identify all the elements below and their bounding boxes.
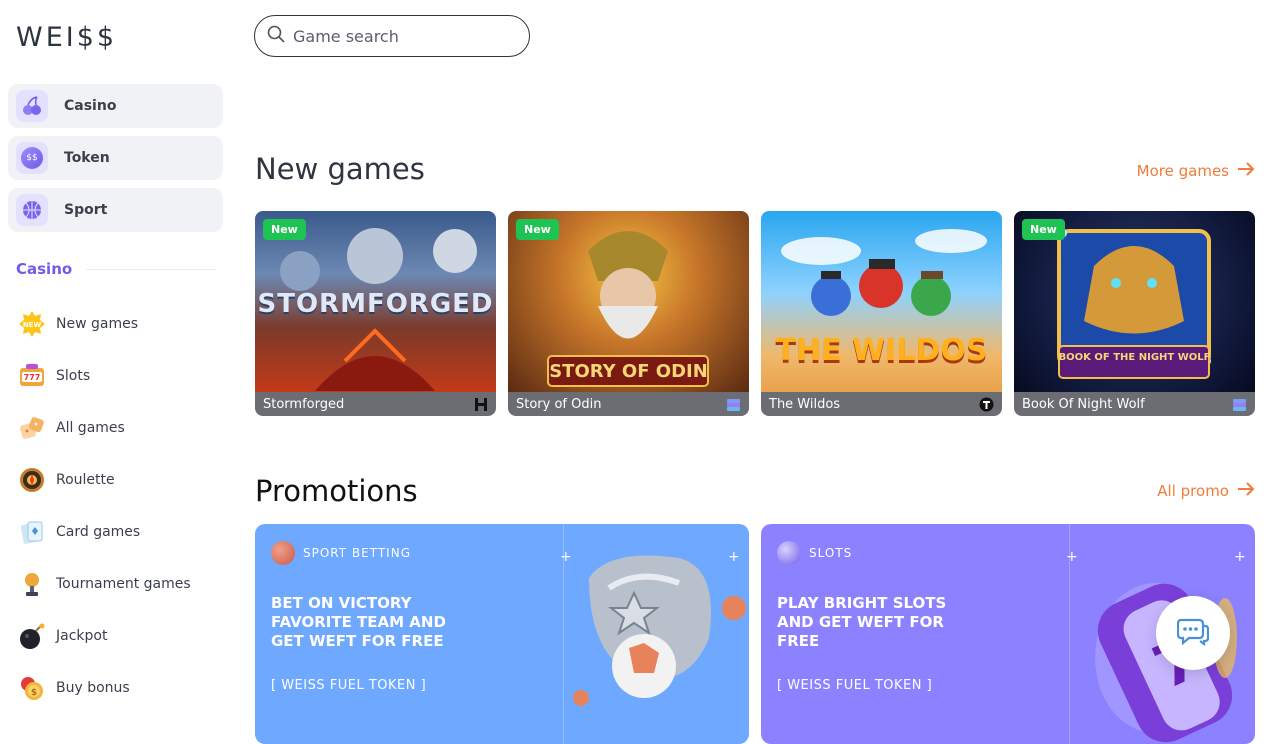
game-name: Stormforged xyxy=(263,396,345,412)
game-art-title: BOOK OF THE NIGHT WOLF xyxy=(1058,352,1211,363)
trophy-icon xyxy=(16,568,48,600)
new-badge: New xyxy=(1022,219,1065,240)
chat-bubble-icon xyxy=(1176,616,1210,650)
category-label: New games xyxy=(56,316,138,332)
game-search[interactable] xyxy=(254,15,530,57)
promo-card-sport-betting[interactable]: SPORT BETTING BET ON VICTORY FAVORITE TE… xyxy=(255,524,749,744)
category-card-games[interactable]: Card games xyxy=(16,506,216,558)
game-footer: Book Of Night Wolf xyxy=(1014,392,1255,416)
game-art-title: THE WILDOS xyxy=(775,333,988,368)
game-art-title: STORMFORGED xyxy=(257,289,494,319)
new-games-title: New games xyxy=(255,152,425,186)
svg-text:777: 777 xyxy=(24,373,41,382)
category-slots[interactable]: 777 Slots xyxy=(16,350,216,402)
new-badge: New xyxy=(516,219,559,240)
category-new-games[interactable]: NEW New games xyxy=(16,298,216,350)
basketball-icon xyxy=(16,194,48,226)
main-nav-casino[interactable]: Casino xyxy=(8,84,223,128)
main-nav-sport[interactable]: Sport xyxy=(8,188,223,232)
category-nav: NEW New games 777 Slots All games Roulet… xyxy=(16,298,216,714)
brand-logo[interactable]: WEI$$ xyxy=(16,22,117,53)
game-card[interactable]: STORMFORGED New Stormforged xyxy=(255,211,496,416)
provider-shield-icon xyxy=(979,397,994,412)
promo-tag-label: SLOTS xyxy=(809,546,853,560)
search-input[interactable] xyxy=(293,26,513,46)
coins-icon: $ xyxy=(16,672,48,704)
game-footer: Story of Odin xyxy=(508,392,749,416)
game-card[interactable]: STORY OF ODIN New Story of Odin xyxy=(508,211,749,416)
category-label: Roulette xyxy=(56,472,115,488)
main-nav-token[interactable]: $$ Token xyxy=(8,136,223,180)
game-footer: Stormforged xyxy=(255,392,496,416)
game-card[interactable]: THE WILDOS The Wildos xyxy=(761,211,1002,416)
slots-ball-icon xyxy=(777,541,801,565)
bomb-icon xyxy=(16,620,48,652)
new-badge-icon: NEW xyxy=(16,308,48,340)
arrow-right-icon xyxy=(1237,161,1255,181)
all-promo-label: All promo xyxy=(1157,482,1229,500)
token-coin-icon: $$ xyxy=(16,142,48,174)
category-label: All games xyxy=(56,420,125,436)
category-label: Card games xyxy=(56,524,141,540)
svg-text:$: $ xyxy=(31,688,37,698)
roulette-icon xyxy=(16,464,48,496)
new-games-row: STORMFORGED New Stormforged STORY OF ODI… xyxy=(255,211,1255,416)
promo-tag: SLOTS xyxy=(777,541,852,565)
sidebar: WEI$$ Casino $$ Token Sport Casino NEW N… xyxy=(0,0,231,720)
game-thumbnail: THE WILDOS xyxy=(761,211,1002,392)
category-label: Jackpot xyxy=(56,628,108,644)
cards-icon xyxy=(16,516,48,548)
provider-stack-icon xyxy=(1232,397,1247,412)
dice-icon xyxy=(16,412,48,444)
promo-tag-label: SPORT BETTING xyxy=(303,546,411,560)
game-name: Story of Odin xyxy=(516,396,602,412)
promotions-title: Promotions xyxy=(255,474,418,508)
section-title: Casino xyxy=(16,260,73,278)
provider-h-icon xyxy=(473,397,488,412)
main-nav-label: Casino xyxy=(64,98,117,114)
new-badge: New xyxy=(263,219,306,240)
game-name: The Wildos xyxy=(769,396,841,412)
basketball-icon xyxy=(271,541,295,565)
category-roulette[interactable]: Roulette xyxy=(16,454,216,506)
arrow-right-icon xyxy=(1237,481,1255,501)
support-chat-button[interactable] xyxy=(1156,596,1230,670)
provider-stack-icon xyxy=(726,397,741,412)
game-name: Book Of Night Wolf xyxy=(1022,396,1145,412)
category-label: Tournament games xyxy=(56,576,191,592)
promo-subtitle: [ WEISS FUEL TOKEN ] xyxy=(777,678,933,693)
search-icon xyxy=(267,25,285,47)
category-jackpot[interactable]: Jackpot xyxy=(16,610,216,662)
category-label: Slots xyxy=(56,368,91,384)
category-all-games[interactable]: All games xyxy=(16,402,216,454)
slot-777-icon: 777 xyxy=(16,360,48,392)
cherry-icon xyxy=(16,90,48,122)
promo-tag: SPORT BETTING xyxy=(271,541,411,565)
trophy-ball-illustration xyxy=(573,555,746,706)
category-buy-bonus[interactable]: $ Buy bonus xyxy=(16,662,216,714)
category-label: Buy bonus xyxy=(56,680,130,696)
promo-headline: PLAY BRIGHT SLOTS AND GET WEFT FOR FREE xyxy=(777,594,947,650)
casino-section-header: Casino xyxy=(16,260,216,278)
promotions-row: SPORT BETTING BET ON VICTORY FAVORITE TE… xyxy=(255,524,1255,744)
svg-text:NEW: NEW xyxy=(23,321,42,329)
divider xyxy=(86,268,216,270)
game-footer: The Wildos xyxy=(761,392,1002,416)
more-games-link[interactable]: More games xyxy=(1137,161,1255,181)
main-nav: Casino $$ Token Sport xyxy=(8,84,223,240)
all-promo-link[interactable]: All promo xyxy=(1157,481,1255,501)
main-nav-label: Sport xyxy=(64,202,108,218)
game-art-title: STORY OF ODIN xyxy=(549,361,708,382)
main-nav-label: Token xyxy=(64,150,110,166)
game-card[interactable]: BOOK OF THE NIGHT WOLF New Book Of Night… xyxy=(1014,211,1255,416)
promo-headline: BET ON VICTORY FAVORITE TEAM AND GET WEF… xyxy=(271,594,446,650)
category-tournament-games[interactable]: Tournament games xyxy=(16,558,216,610)
promo-subtitle: [ WEISS FUEL TOKEN ] xyxy=(271,678,427,693)
more-games-label: More games xyxy=(1136,162,1229,180)
